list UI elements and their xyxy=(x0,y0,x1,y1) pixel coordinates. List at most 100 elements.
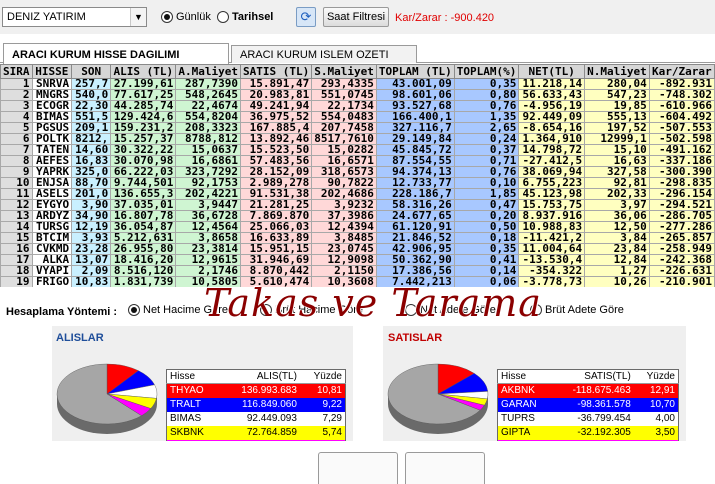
table-row[interactable]: 12 EYGYO 3,90 37.035,01 3,9447 21.281,25 3,923… xyxy=(0,199,715,211)
summary-header-cell: Yüzde xyxy=(633,369,679,384)
cell-alis: 66.222,03 xyxy=(110,166,177,178)
summary-header-cell: Yüzde xyxy=(299,369,346,384)
cell-nmal: 15,10 xyxy=(584,144,650,156)
table-row[interactable]: 4 BIMAS 551,5 129.424,6 554,8204 36.975,52 554… xyxy=(0,111,715,123)
radio-brut-adet[interactable]: Brüt Adete Göre xyxy=(530,304,624,316)
summary-row[interactable]: GIPTA -32.192.305 3,50 xyxy=(497,425,679,440)
summary-cell: SKBNK xyxy=(166,425,220,440)
bottom-button-2[interactable] xyxy=(405,452,485,484)
cell-net: 10.988,83 xyxy=(518,221,586,233)
radio-gunluk-label: Günlük xyxy=(176,11,211,23)
cell-alis: 1.831,739 xyxy=(110,276,177,287)
saat-filtresi-button[interactable]: Saat Filtresi xyxy=(323,7,389,27)
summary-row[interactable]: TRALT 116.849.060 9,22 xyxy=(166,397,346,412)
summary-row[interactable]: TUPRS -36.799.454 4,00 xyxy=(497,411,679,426)
col-header-net[interactable]: NET(TL) xyxy=(518,64,586,79)
chevron-down-icon[interactable]: ▼ xyxy=(130,8,146,26)
table-row[interactable]: 15 BTCIM 3,93 5.212,631 3,8658 16.633,89 3,848… xyxy=(0,232,715,244)
hisse-grid[interactable]: SIRA HISSE SON ALIS (TL) A.Maliyet SATIS (TL)… xyxy=(0,64,715,287)
table-row[interactable]: 10 ENJSA 88,70 9.744,501 92,1753 2.989,278 90,… xyxy=(0,177,715,189)
summary-row[interactable]: SKBNK 72.764.859 5,74 xyxy=(166,425,346,440)
summary-cell: TUPRS xyxy=(497,411,552,426)
table-row[interactable]: 17 ALKA 13,07 18.416,20 12,9615 31.946,69 12,9… xyxy=(0,254,715,266)
col-header-sira[interactable]: SIRA xyxy=(0,64,33,79)
cell-sira: 11 xyxy=(0,188,33,200)
cell-satis: 8.870,442 xyxy=(240,265,313,277)
table-row[interactable]: 3 ECOGR 22,30 44.285,74 22,4674 49.241,94 22,1… xyxy=(0,100,715,112)
col-header-son[interactable]: SON xyxy=(71,64,112,79)
cell-top: 43.001,09 xyxy=(375,78,455,90)
tab-bar: ARACI KURUM HISSE DAGILIMI ARACI KURUM I… xyxy=(0,43,715,64)
cell-hisse: BIMAS xyxy=(31,111,73,123)
table-row[interactable]: 5 PGSUS 209,1 159.231,2 208,3323 167.885,4 207… xyxy=(0,122,715,134)
cell-nmal: 547,23 xyxy=(584,89,650,101)
cell-satis: 13.892,46 xyxy=(240,133,313,145)
cell-topy: 1,85 xyxy=(453,188,520,200)
radio-gunluk-dot[interactable] xyxy=(161,11,173,23)
cell-hisse: POLTK xyxy=(31,133,73,145)
radio-tarihsel[interactable]: Tarihsel xyxy=(217,11,273,23)
cell-sira: 8 xyxy=(0,155,33,167)
tab-hisse-dagilimi[interactable]: ARACI KURUM HISSE DAGILIMI xyxy=(3,43,229,64)
cell-son: 540,0 xyxy=(71,89,112,101)
table-row[interactable]: 13 ARDYZ 34,90 16.807,78 36,6728 7.869.870 37,… xyxy=(0,210,715,222)
summary-row[interactable]: THYAO 136.993.683 10,81 xyxy=(166,383,346,398)
radio-gunluk[interactable]: Günlük xyxy=(161,11,211,23)
col-header-topy[interactable]: TOPLAM(%) xyxy=(453,64,520,79)
col-header-alis[interactable]: ALIS (TL) xyxy=(110,64,177,79)
cell-amal: 202,4221 xyxy=(175,188,242,200)
col-header-hisse[interactable]: HISSE xyxy=(31,64,73,79)
table-row[interactable]: 2 MNGRS 540,0 77.617,25 548,2645 20.983,81 551… xyxy=(0,89,715,101)
tab-islem-ozeti[interactable]: ARACI KURUM ISLEM OZETI xyxy=(231,45,417,63)
table-row[interactable]: 18 VYAPI 2,09 8.516,120 2,1746 8.870,442 2,115… xyxy=(0,265,715,277)
cell-son: 8212, xyxy=(71,133,112,145)
col-header-smal[interactable]: S.Maliyet xyxy=(311,64,377,79)
cell-kz: -337.186 xyxy=(648,155,715,167)
cell-kz: -604.492 xyxy=(648,111,715,123)
refresh-icon[interactable]: ⟳ xyxy=(296,7,316,27)
summary-row[interactable]: AKBNK -118.675.463 12,91 xyxy=(497,383,679,398)
cell-amal: 208,3323 xyxy=(175,122,242,134)
cell-smal: 207,7458 xyxy=(311,122,377,134)
cell-hisse: ENJSA xyxy=(31,177,73,189)
table-row[interactable]: 1 SNRVA 257,7 27.199,61 287,7390 15.891,47 293… xyxy=(0,78,715,90)
cell-topy: 0,35 xyxy=(453,243,520,255)
cell-smal: 8517,7610 xyxy=(311,133,377,145)
radio-net-hacim-dot[interactable] xyxy=(128,304,140,316)
table-row[interactable]: 14 TURSG 12,19 36.054,87 12,4564 25.066,03 12,… xyxy=(0,221,715,233)
summary-row[interactable]: GARAN -98.361.578 10,70 xyxy=(497,397,679,412)
broker-select[interactable]: DENIZ YATIRIM ▼ xyxy=(2,7,147,27)
cell-sira: 5 xyxy=(0,122,33,134)
cell-kz: -242.368 xyxy=(648,254,715,266)
cell-hisse: PGSUS xyxy=(31,122,73,134)
cell-net: 45.123,98 xyxy=(518,188,586,200)
cell-topy: 0,47 xyxy=(453,199,520,211)
col-header-nmal[interactable]: N.Maliyet xyxy=(584,64,650,79)
cell-amal: 36,6728 xyxy=(175,210,242,222)
summary-cell: 92.449.093 xyxy=(219,411,300,426)
summary-row[interactable]: BIMAS 92.449.093 7,29 xyxy=(166,411,346,426)
bottom-button-1[interactable] xyxy=(318,452,398,484)
col-header-satis[interactable]: SATIS (TL) xyxy=(240,64,313,79)
cell-hisse: AEFES xyxy=(31,155,73,167)
col-header-top[interactable]: TOPLAM (TL) xyxy=(375,64,455,79)
table-row[interactable]: 11 ASELS 201,0 136.655,3 202,4221 91.531,38 20… xyxy=(0,188,715,200)
cell-sira: 19 xyxy=(0,276,33,287)
cell-alis: 30.322,22 xyxy=(110,144,177,156)
col-header-kz[interactable]: Kar/Zarar xyxy=(648,64,715,79)
radio-tarihsel-dot[interactable] xyxy=(217,11,229,23)
col-header-amal[interactable]: A.Maliyet xyxy=(175,64,242,79)
cell-alis: 9.744,501 xyxy=(110,177,177,189)
cell-alis: 15.257,37 xyxy=(110,133,177,145)
cell-son: 257,7 xyxy=(71,78,112,90)
cell-smal: 3,8485 xyxy=(311,232,377,244)
summary-header-row: Hisse ALIS(TL) Yüzde xyxy=(166,369,346,384)
cell-nmal: 16,63 xyxy=(584,155,650,167)
cell-topy: 0,14 xyxy=(453,265,520,277)
table-row[interactable]: 6 POLTK 8212, 15.257,37 8788,812 13.892,46 851… xyxy=(0,133,715,145)
watermark: Takas ve Tarama xyxy=(204,281,542,325)
table-row[interactable]: 7 TATEN 14,60 30.322,22 15,0637 15.523,50 15,0… xyxy=(0,144,715,156)
table-row[interactable]: 9 YAPRK 325,0 66.222,03 323,7292 28.152,09 318… xyxy=(0,166,715,178)
table-row[interactable]: 16 CVKMD 23,28 26.955,80 23,3814 15.951,15 23,… xyxy=(0,243,715,255)
table-row[interactable]: 8 AEFES 16,83 30.070,98 16,6861 57.483,56 16,6… xyxy=(0,155,715,167)
